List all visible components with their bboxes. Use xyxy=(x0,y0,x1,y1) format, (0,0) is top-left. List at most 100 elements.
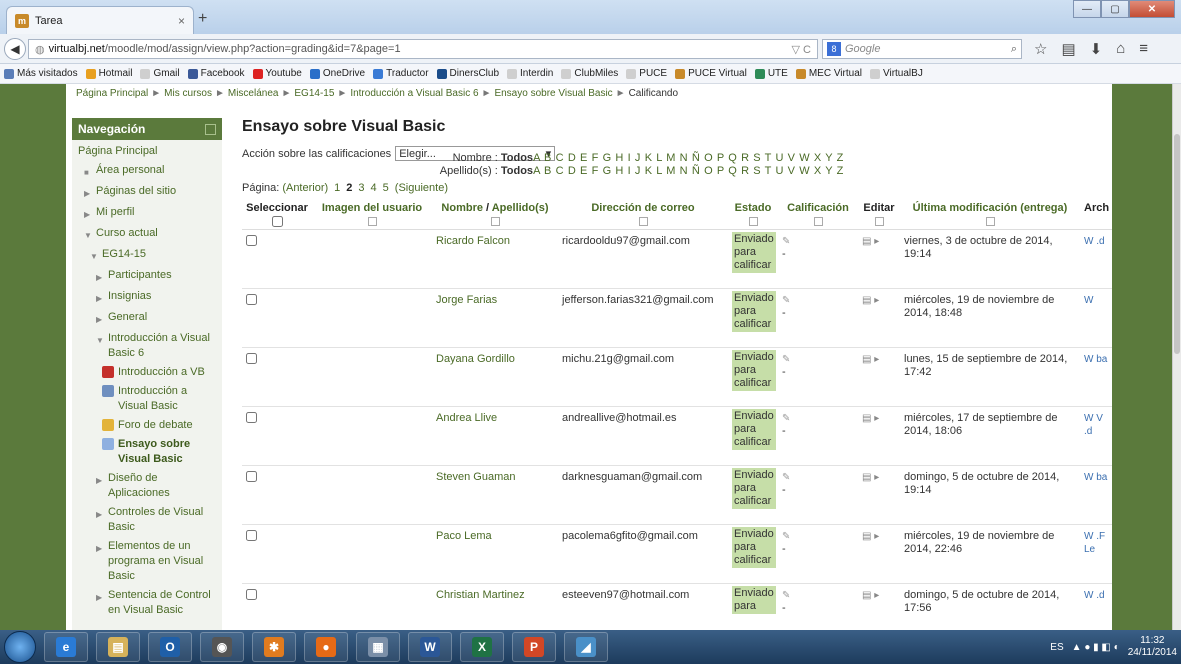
language-indicator[interactable]: ES xyxy=(1050,642,1063,653)
bookmark-item[interactable]: Youtube xyxy=(252,68,302,79)
grade-icon[interactable]: ✎ xyxy=(782,354,790,365)
pager-page-link[interactable]: 4 xyxy=(371,182,377,194)
nav-item[interactable]: ■ Área personal xyxy=(78,163,216,180)
home-icon[interactable]: ⌂ xyxy=(1116,40,1125,58)
bookmark-item[interactable]: UTE xyxy=(754,68,788,79)
menu-icon[interactable]: ≡ xyxy=(1139,40,1148,58)
bookmark-item[interactable]: VirtualBJ xyxy=(869,68,923,79)
file-link[interactable]: W ba xyxy=(1084,472,1107,483)
nav-item[interactable]: ▶ General xyxy=(78,310,216,327)
nav-item[interactable]: Página Principal xyxy=(78,144,216,159)
start-button[interactable] xyxy=(4,631,36,663)
breadcrumb-link[interactable]: Ensayo sobre Visual Basic xyxy=(494,88,612,99)
row-checkbox[interactable] xyxy=(246,589,257,600)
taskbar-app11-button[interactable]: ◢ xyxy=(564,632,608,662)
breadcrumb-link[interactable]: Página Principal xyxy=(76,88,148,99)
student-name-link[interactable]: Dayana Gordillo xyxy=(432,347,558,407)
breadcrumb-link[interactable]: EG14-15 xyxy=(294,88,334,99)
col-user-image[interactable]: Imagen del usuario xyxy=(312,200,432,230)
hide-column-icon[interactable] xyxy=(748,217,758,226)
row-checkbox[interactable] xyxy=(246,353,257,364)
student-name-link[interactable]: Paco Lema xyxy=(432,524,558,584)
col-name[interactable]: Nombre / Apellido(s) xyxy=(432,200,558,230)
nav-item[interactable]: Ensayo sobre Visual Basic xyxy=(78,437,216,467)
edit-menu-icon[interactable]: ▤ ▸ xyxy=(862,531,879,542)
collapse-icon[interactable] xyxy=(205,123,216,135)
file-link[interactable]: W ba xyxy=(1084,354,1107,365)
bookmark-item[interactable]: MEC Virtual xyxy=(795,68,862,79)
select-all-checkbox[interactable] xyxy=(271,216,283,227)
minimize-button[interactable]: — xyxy=(1073,0,1101,18)
tab-close-icon[interactable]: × xyxy=(178,14,185,28)
grade-icon[interactable]: ✎ xyxy=(782,236,790,247)
pager-page-link[interactable]: 3 xyxy=(358,182,364,194)
file-link[interactable]: W .d xyxy=(1084,590,1105,601)
col-status[interactable]: Estado xyxy=(728,200,778,230)
file-link[interactable]: W .d xyxy=(1084,236,1105,247)
firstname-letters[interactable]: A B C D E F G H I J K L M N Ñ O P Q R S … xyxy=(533,152,844,164)
col-email[interactable]: Dirección de correo xyxy=(558,200,728,230)
nav-item[interactable]: ▶ Elementos de un programa en Visual Basi… xyxy=(78,539,216,584)
search-bar[interactable]: 8 Google ⌕ xyxy=(822,39,1022,59)
student-name-link[interactable]: Ricardo Falcon xyxy=(432,229,558,289)
nav-item[interactable]: Introducción a Visual Basic xyxy=(78,384,216,414)
hide-column-icon[interactable] xyxy=(490,217,500,226)
col-grade[interactable]: Calificación xyxy=(778,200,858,230)
taskbar-calc-button[interactable]: ▦ xyxy=(356,632,400,662)
col-modified[interactable]: Última modificación (entrega) xyxy=(900,200,1080,230)
taskbar-explorer-button[interactable]: ▤ xyxy=(96,632,140,662)
bookmark-item[interactable]: DinersClub xyxy=(436,68,499,79)
pager-page-link[interactable]: 2 xyxy=(346,182,352,194)
file-link[interactable]: W xyxy=(1084,295,1093,306)
taskbar-firefox-button[interactable]: ● xyxy=(304,632,348,662)
download-icon[interactable]: ⬇ xyxy=(1090,40,1103,58)
reading-list-icon[interactable]: ▤ xyxy=(1061,40,1075,58)
pager-prev-link[interactable]: (Anterior) xyxy=(282,182,328,194)
bookmark-item[interactable]: Hotmail xyxy=(85,68,132,79)
nav-item[interactable]: ▶ Insignias xyxy=(78,289,216,306)
hide-column-icon[interactable] xyxy=(638,217,648,226)
page-scrollbar[interactable] xyxy=(1172,84,1181,630)
bookmark-star-icon[interactable]: ☆ xyxy=(1034,40,1047,58)
nav-item[interactable]: ▼ Introducción a Visual Basic 6 xyxy=(78,331,216,361)
pager-page-link[interactable]: 5 xyxy=(383,182,389,194)
nav-item[interactable]: ▶ Controles de Visual Basic xyxy=(78,505,216,535)
close-window-button[interactable]: ✕ xyxy=(1129,0,1175,18)
taskbar-powerpoint-button[interactable]: P xyxy=(512,632,556,662)
search-engine-icon[interactable]: 8 xyxy=(827,42,841,56)
nav-item[interactable]: Introducción a VB xyxy=(78,365,216,380)
bookmark-item[interactable]: OneDrive xyxy=(309,68,365,79)
taskbar-outlook-button[interactable]: O xyxy=(148,632,192,662)
taskbar-app4-button[interactable]: ◉ xyxy=(200,632,244,662)
bookmark-item[interactable]: Gmail xyxy=(140,68,180,79)
hide-column-icon[interactable] xyxy=(874,217,884,226)
new-tab-button[interactable]: + xyxy=(198,10,207,28)
taskbar-word-button[interactable]: W xyxy=(408,632,452,662)
bookmark-item[interactable]: PUCE Virtual xyxy=(675,68,747,79)
file-link[interactable]: W .F Le xyxy=(1084,531,1105,555)
grade-icon[interactable]: ✎ xyxy=(782,413,790,424)
row-checkbox[interactable] xyxy=(246,235,257,246)
bookmark-item[interactable]: Facebook xyxy=(187,68,245,79)
edit-menu-icon[interactable]: ▤ ▸ xyxy=(862,295,879,306)
student-name-link[interactable]: Christian Martinez xyxy=(432,583,558,630)
search-icon[interactable]: ⌕ xyxy=(1011,43,1017,56)
row-checkbox[interactable] xyxy=(246,294,257,305)
clock[interactable]: 11:32 24/11/2014 xyxy=(1128,635,1177,659)
address-bar[interactable]: ◍ virtualbj.net /moodle/mod/assign/view.… xyxy=(28,39,818,59)
grade-icon[interactable]: ✎ xyxy=(782,472,790,483)
taskbar-ie-button[interactable]: e xyxy=(44,632,88,662)
nav-item[interactable]: ▼ Curso actual xyxy=(78,226,216,243)
nav-item[interactable]: Foro de debate xyxy=(78,418,216,433)
browser-tab[interactable]: m Tarea × xyxy=(6,6,194,34)
hide-column-icon[interactable] xyxy=(813,217,823,226)
grade-icon[interactable]: ✎ xyxy=(782,295,790,306)
edit-menu-icon[interactable]: ▤ ▸ xyxy=(862,354,879,365)
bookmark-item[interactable]: PUCE xyxy=(626,68,667,79)
lastname-filter-all[interactable]: Todos xyxy=(501,165,533,177)
breadcrumb-link[interactable]: Miscelánea xyxy=(228,88,279,99)
bookmark-item[interactable]: Traductor xyxy=(373,68,429,79)
nav-item[interactable]: ▶ Sentencia de Control en Visual Basic xyxy=(78,588,216,618)
nav-item[interactable]: ▶ Participantes xyxy=(78,268,216,285)
lastname-letters[interactable]: A B C D E F G H I J K L M N Ñ O P Q R S … xyxy=(533,165,844,177)
